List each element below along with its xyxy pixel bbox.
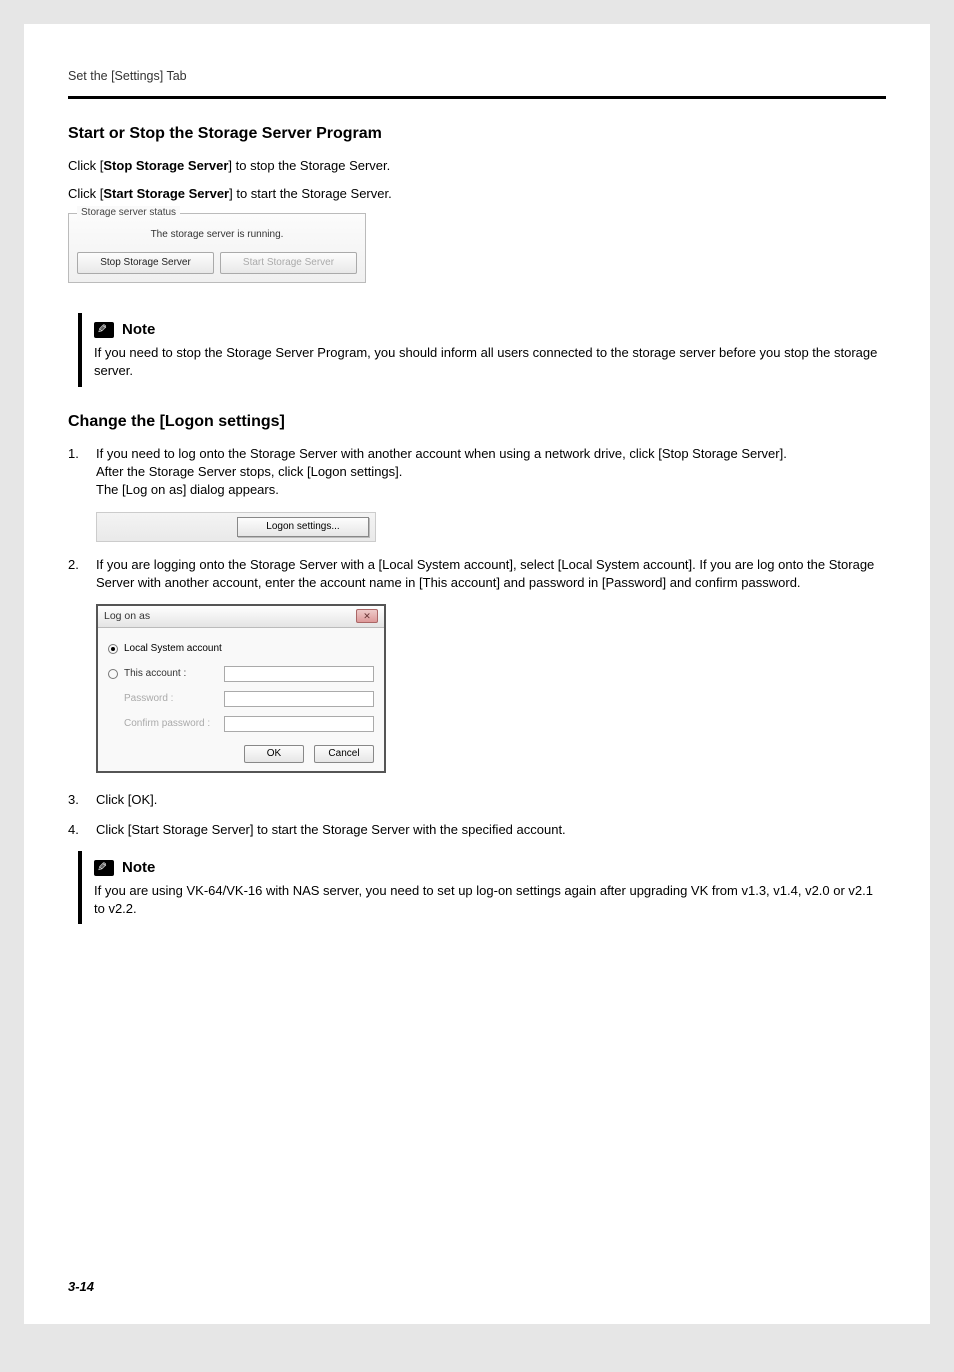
list-number: 2.	[68, 556, 96, 592]
start-storage-server-button[interactable]: Start Storage Server	[220, 252, 357, 274]
list-item: 1. If you need to log onto the Storage S…	[68, 445, 886, 500]
fieldset-legend: Storage server status	[77, 206, 180, 220]
storage-server-status-box: Storage server status The storage server…	[68, 213, 366, 283]
list-item: 2. If you are logging onto the Storage S…	[68, 556, 886, 592]
this-account-input[interactable]	[224, 666, 374, 682]
password-input[interactable]	[224, 691, 374, 707]
note-body: If you are using VK-64/VK-16 with NAS se…	[94, 882, 886, 918]
list-number: 3.	[68, 791, 96, 809]
note-title: Note	[122, 319, 155, 340]
note-icon	[94, 322, 114, 338]
paragraph: Click [Stop Storage Server] to stop the …	[68, 157, 886, 175]
radio-this-account[interactable]	[108, 669, 118, 679]
list-item: 4. Click [Start Storage Server] to start…	[68, 821, 886, 839]
text-strong: Stop Storage Server	[103, 158, 228, 173]
text: Click [	[68, 158, 103, 173]
note-icon	[94, 860, 114, 876]
password-label: Password :	[124, 692, 224, 706]
list-text: Click [Start Storage Server] to start th…	[96, 821, 886, 839]
radio-label: Local System account	[124, 642, 222, 656]
list-text: If you are logging onto the Storage Serv…	[96, 556, 886, 592]
list-number: 1.	[68, 445, 96, 500]
page-number: 3-14	[68, 1278, 94, 1296]
note-block: Note If you are using VK-64/VK-16 with N…	[78, 851, 886, 924]
list-number: 4.	[68, 821, 96, 839]
note-body: If you need to stop the Storage Server P…	[94, 344, 886, 380]
note-block: Note If you need to stop the Storage Ser…	[78, 313, 886, 386]
status-text: The storage server is running.	[77, 228, 357, 242]
breadcrumb: Set the [Settings] Tab	[68, 68, 886, 86]
close-icon[interactable]: ✕	[356, 609, 378, 623]
text: ] to stop the Storage Server.	[228, 158, 390, 173]
section-heading-logon: Change the [Logon settings]	[68, 411, 886, 433]
confirm-password-label: Confirm password :	[124, 717, 224, 731]
note-title: Note	[122, 857, 155, 878]
section-heading-start-stop: Start or Stop the Storage Server Program	[68, 123, 886, 145]
radio-local-system[interactable]	[108, 644, 118, 654]
dialog-title: Log on as	[104, 609, 150, 624]
list-text: Click [OK].	[96, 791, 886, 809]
list-item: 3. Click [OK].	[68, 791, 886, 809]
dialog-titlebar: Log on as ✕	[98, 606, 384, 628]
stop-storage-server-button[interactable]: Stop Storage Server	[77, 252, 214, 274]
confirm-password-input[interactable]	[224, 716, 374, 732]
text-strong: Start Storage Server	[103, 186, 229, 201]
logon-as-dialog: Log on as ✕ Local System account This ac…	[96, 604, 386, 773]
divider	[68, 96, 886, 99]
radio-label: This account :	[124, 667, 224, 681]
ok-button[interactable]: OK	[244, 745, 304, 763]
logon-settings-button[interactable]: Logon settings...	[237, 517, 369, 537]
text: ] to start the Storage Server.	[229, 186, 392, 201]
logon-settings-strip: Logon settings...	[96, 512, 376, 542]
paragraph: Click [Start Storage Server] to start th…	[68, 185, 886, 203]
list-text: If you need to log onto the Storage Serv…	[96, 445, 886, 500]
text: Click [	[68, 186, 103, 201]
cancel-button[interactable]: Cancel	[314, 745, 374, 763]
